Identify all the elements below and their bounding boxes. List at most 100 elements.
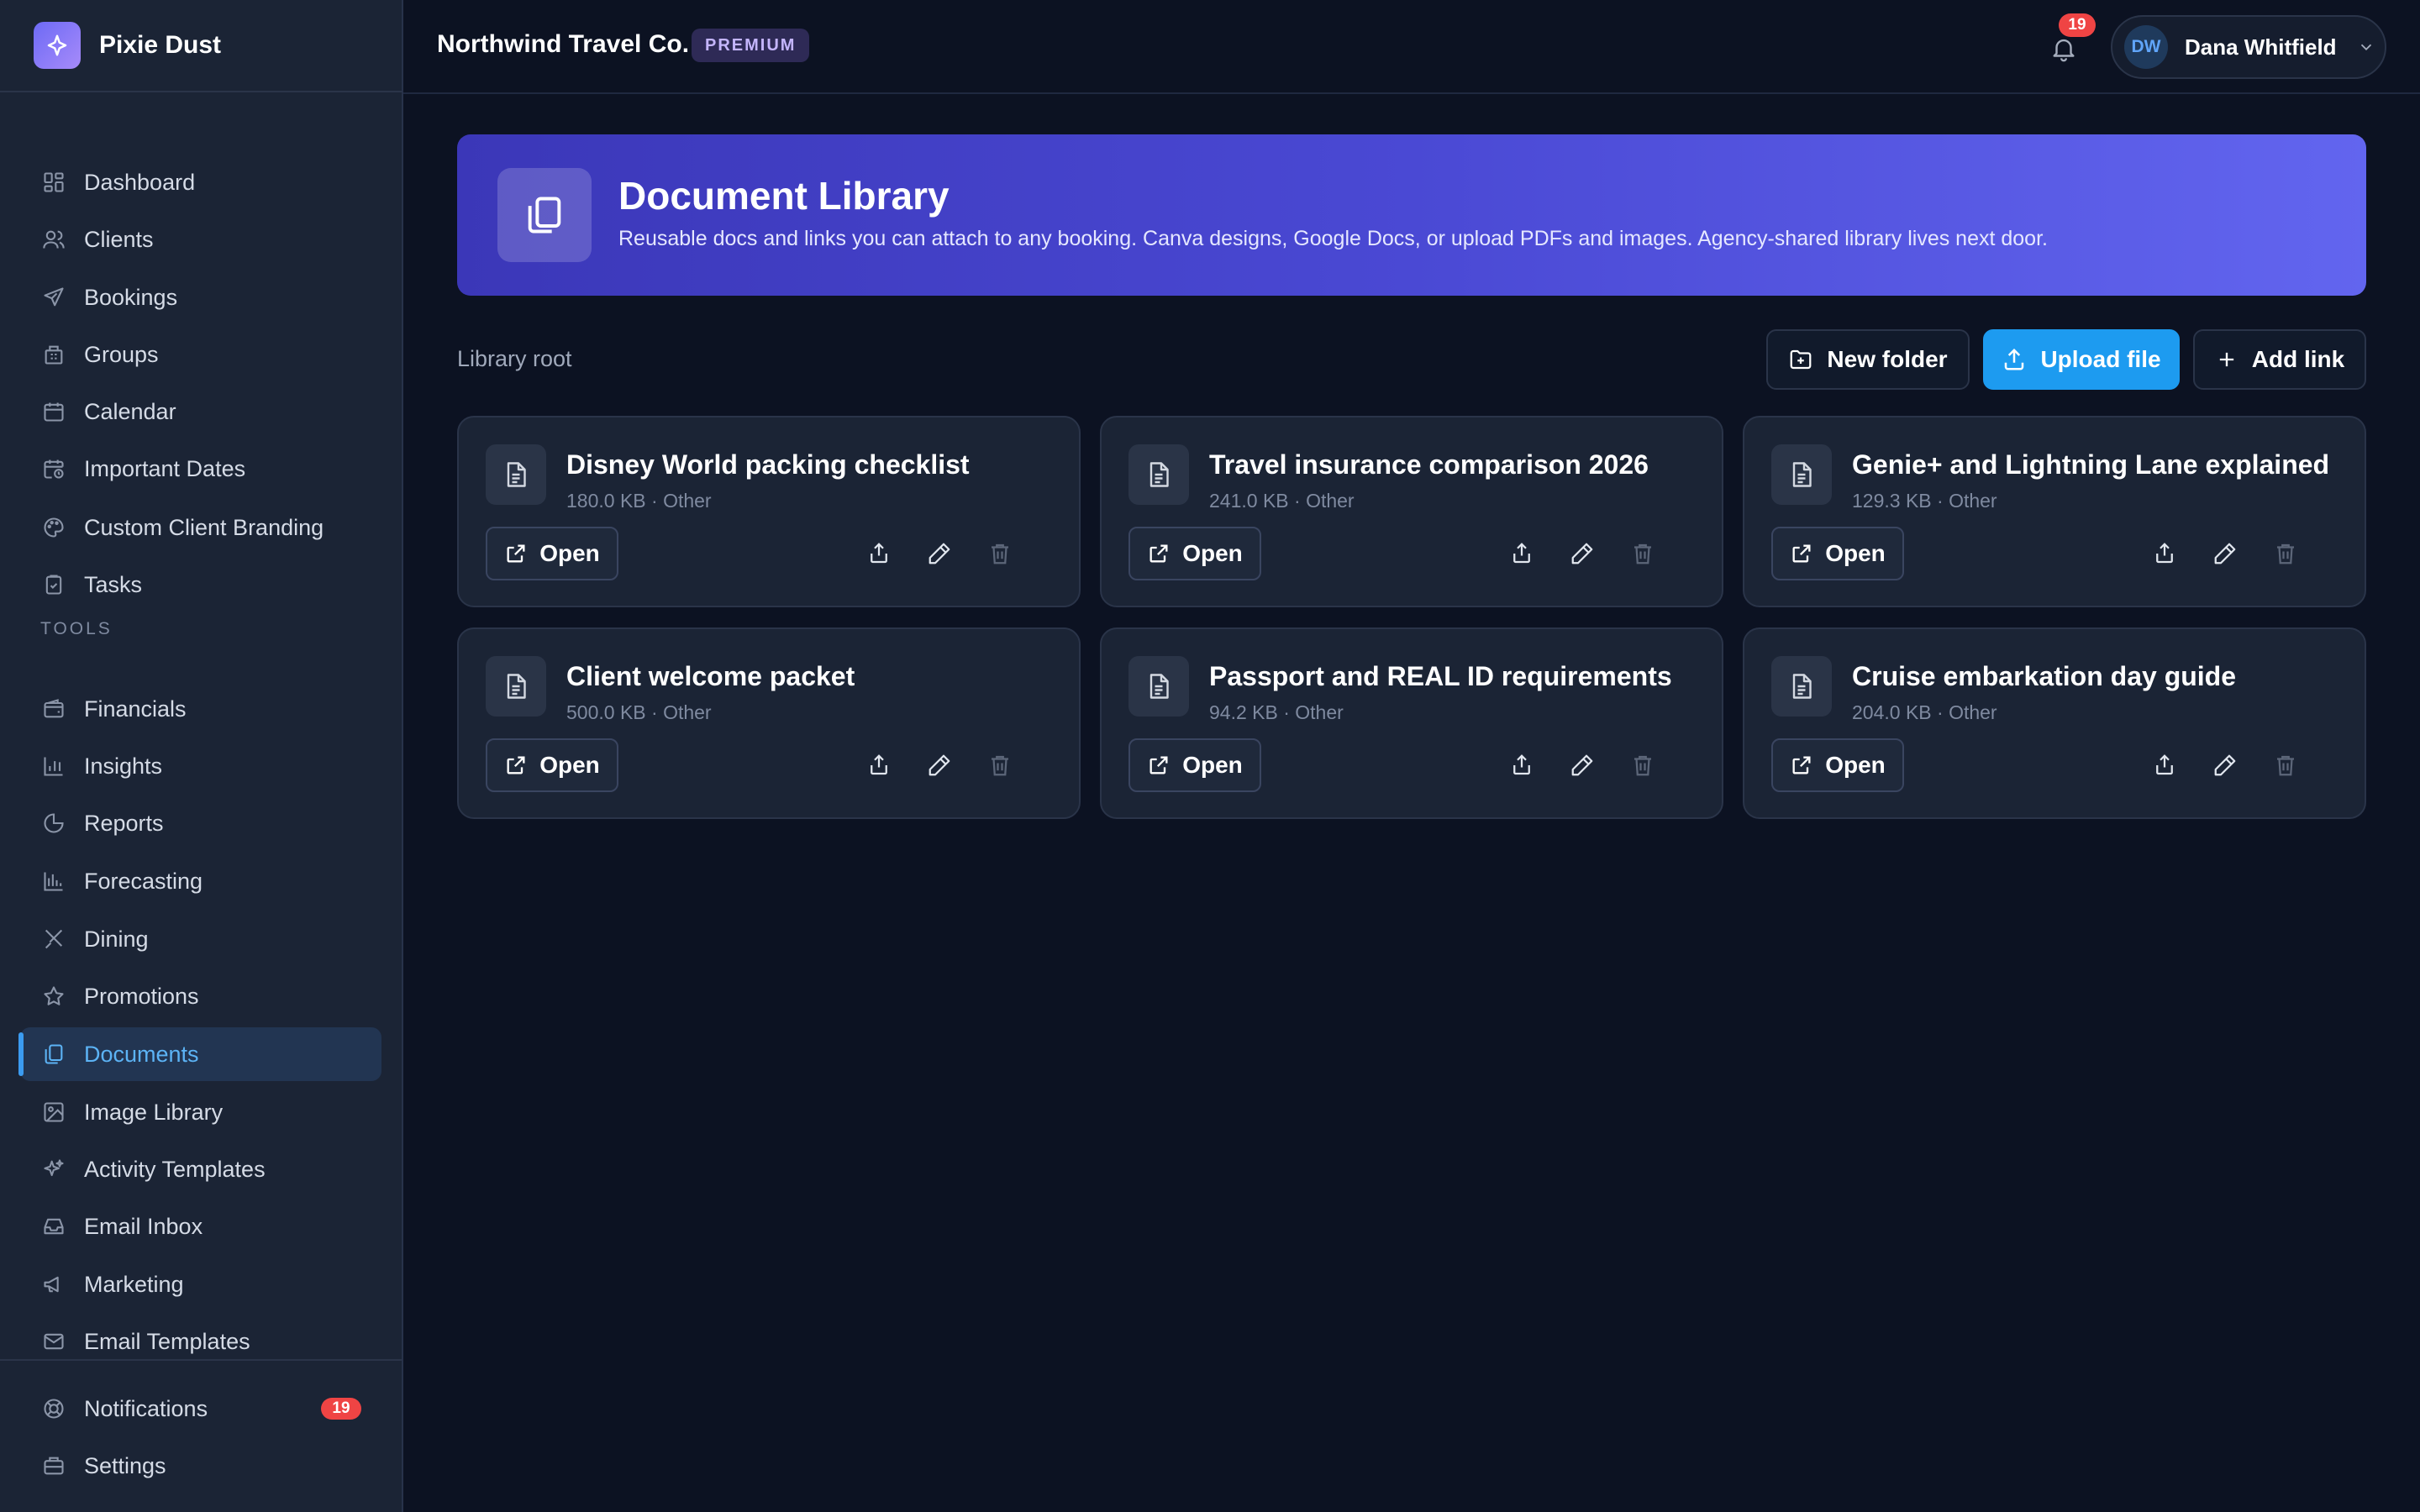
sidebar-item-label: Activity Templates xyxy=(84,1156,266,1182)
document-title: Travel insurance comparison 2026 xyxy=(1209,449,1649,480)
new-folder-button[interactable]: New folder xyxy=(1766,329,1970,390)
share-button[interactable] xyxy=(860,747,897,784)
sidebar-item-marketing[interactable]: Marketing xyxy=(20,1257,381,1311)
sidebar-item-insights[interactable]: Insights xyxy=(20,739,381,793)
edit-button[interactable] xyxy=(1564,535,1601,572)
open-document-button[interactable]: Open xyxy=(486,738,618,792)
add-link-button[interactable]: Add link xyxy=(2193,329,2366,390)
sidebar-item-dashboard[interactable]: Dashboard xyxy=(20,155,381,209)
delete-button[interactable] xyxy=(981,535,1018,572)
share-icon xyxy=(1509,753,1534,778)
sidebar-item-activity-templates[interactable]: Activity Templates xyxy=(20,1142,381,1196)
document-icon xyxy=(1128,444,1189,505)
edit-button[interactable] xyxy=(921,747,958,784)
edit-button[interactable] xyxy=(1564,747,1601,784)
sidebar-item-tasks[interactable]: Tasks xyxy=(20,558,381,612)
sidebar-item-reports[interactable]: Reports xyxy=(20,796,381,850)
add-link-label: Add link xyxy=(2251,346,2345,372)
trash-icon xyxy=(987,753,1013,778)
sidebar-item-dining[interactable]: Dining xyxy=(20,912,381,966)
top-header: Northwind Travel Co. PREMIUM 19 DW Dana … xyxy=(403,0,2420,94)
external-link-icon xyxy=(1790,542,1813,565)
delete-button[interactable] xyxy=(1624,535,1661,572)
sidebar-item-financials[interactable]: Financials xyxy=(20,682,381,736)
sidebar-item-label: Bookings xyxy=(84,284,178,310)
upload-icon xyxy=(2002,347,2027,372)
sidebar-item-notifications[interactable]: Notifications 19 xyxy=(20,1382,381,1436)
edit-button[interactable] xyxy=(2207,535,2244,572)
share-icon xyxy=(866,753,892,778)
sidebar-item-groups[interactable]: Groups xyxy=(20,328,381,381)
open-document-button[interactable]: Open xyxy=(1128,527,1261,580)
external-link-icon xyxy=(504,542,528,565)
share-button[interactable] xyxy=(1503,535,1540,572)
sidebar-item-label: Marketing xyxy=(84,1271,184,1297)
sidebar-item-label: Notifications xyxy=(84,1395,208,1421)
document-card[interactable]: Client welcome packet 500.0 KB · Other O… xyxy=(457,627,1081,819)
document-card[interactable]: Cruise embarkation day guide 204.0 KB · … xyxy=(1743,627,2366,819)
sidebar: Pixie Dust Dashboard Clients Bookings Gr… xyxy=(0,0,403,1512)
user-menu-button[interactable]: DW Dana Whitfield xyxy=(2111,15,2386,79)
sidebar-item-bookings[interactable]: Bookings xyxy=(20,270,381,324)
sidebar-item-documents[interactable]: Documents xyxy=(18,1027,381,1081)
edit-button[interactable] xyxy=(921,535,958,572)
user-name: Dana Whitfield xyxy=(2185,34,2337,60)
document-icon xyxy=(1771,656,1832,717)
brand[interactable]: Pixie Dust xyxy=(0,0,402,92)
share-button[interactable] xyxy=(860,535,897,572)
open-document-button[interactable]: Open xyxy=(1771,738,1904,792)
sidebar-item-image-library[interactable]: Image Library xyxy=(20,1085,381,1139)
sidebar-divider xyxy=(0,1359,402,1361)
sidebar-item-clients[interactable]: Clients xyxy=(20,213,381,266)
calendar-clock-icon xyxy=(40,455,67,482)
new-folder-label: New folder xyxy=(1827,346,1948,372)
sidebar-item-email-inbox[interactable]: Email Inbox xyxy=(20,1200,381,1253)
megaphone-icon xyxy=(40,1271,67,1298)
delete-button[interactable] xyxy=(1624,747,1661,784)
sidebar-item-label: Promotions xyxy=(84,983,199,1009)
sidebar-item-important-dates[interactable]: Important Dates xyxy=(20,442,381,496)
sidebar-item-calendar[interactable]: Calendar xyxy=(20,385,381,438)
open-label: Open xyxy=(539,540,600,566)
sidebar-item-label: Documents xyxy=(84,1041,199,1067)
sidebar-item-custom-client-branding[interactable]: Custom Client Branding xyxy=(20,501,381,554)
trash-icon xyxy=(2273,753,2298,778)
sidebar-item-settings[interactable]: Settings xyxy=(20,1439,381,1493)
share-button[interactable] xyxy=(2146,535,2183,572)
external-link-icon xyxy=(1147,542,1171,565)
upload-file-label: Upload file xyxy=(2040,346,2161,372)
document-card[interactable]: Disney World packing checklist 180.0 KB … xyxy=(457,416,1081,607)
sidebar-item-promotions[interactable]: Promotions xyxy=(20,969,381,1023)
share-button[interactable] xyxy=(1503,747,1540,784)
sidebar-item-label: Insights xyxy=(84,753,163,779)
breadcrumb[interactable]: Library root xyxy=(457,346,572,372)
upload-file-button[interactable]: Upload file xyxy=(1983,329,2180,390)
sidebar-item-label: Clients xyxy=(84,226,154,252)
document-card[interactable]: Passport and REAL ID requirements 94.2 K… xyxy=(1100,627,1723,819)
open-document-button[interactable]: Open xyxy=(1771,527,1904,580)
share-button[interactable] xyxy=(2146,747,2183,784)
delete-button[interactable] xyxy=(981,747,1018,784)
pencil-icon xyxy=(927,541,952,566)
notifications-count-badge: 19 xyxy=(321,1398,361,1420)
sparkles-icon xyxy=(34,22,81,69)
delete-button[interactable] xyxy=(2267,535,2304,572)
open-document-button[interactable]: Open xyxy=(1128,738,1261,792)
edit-button[interactable] xyxy=(2207,747,2244,784)
trash-icon xyxy=(987,541,1013,566)
folder-plus-icon xyxy=(1788,347,1813,372)
plane-icon xyxy=(40,284,67,311)
organization-name: Northwind Travel Co. xyxy=(437,30,690,58)
sidebar-item-label: Custom Client Branding xyxy=(84,514,324,540)
building-icon xyxy=(40,341,67,368)
document-title: Passport and REAL ID requirements xyxy=(1209,661,1672,691)
palette-icon xyxy=(40,514,67,541)
open-document-button[interactable]: Open xyxy=(486,527,618,580)
briefcase-icon xyxy=(40,1452,67,1479)
sidebar-item-forecasting[interactable]: Forecasting xyxy=(20,854,381,908)
delete-button[interactable] xyxy=(2267,747,2304,784)
sidebar-item-label: Settings xyxy=(84,1452,166,1478)
document-card[interactable]: Genie+ and Lightning Lane explained 129.… xyxy=(1743,416,2366,607)
pencil-icon xyxy=(1570,541,1595,566)
document-card[interactable]: Travel insurance comparison 2026 241.0 K… xyxy=(1100,416,1723,607)
